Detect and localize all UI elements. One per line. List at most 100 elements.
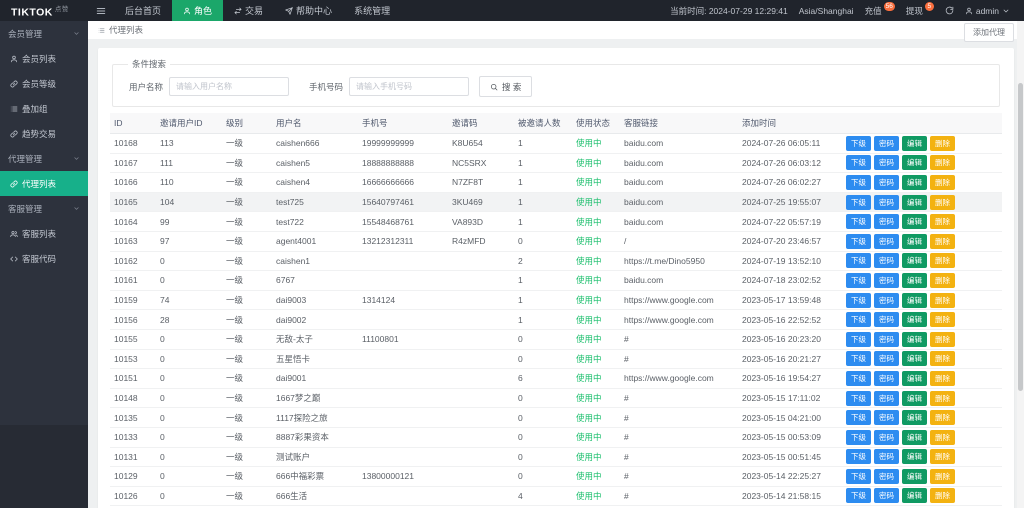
delete-button[interactable]: 删除 <box>930 488 955 504</box>
sidebar-group-agent[interactable]: 代理管理 <box>0 146 88 171</box>
delete-button[interactable]: 删除 <box>930 292 955 308</box>
sidebar-group-service[interactable]: 客服管理 <box>0 196 88 221</box>
sidebar-toggle-button[interactable] <box>88 6 114 16</box>
edit-button[interactable]: 编辑 <box>902 155 927 171</box>
withdraw-link[interactable]: 提现 5 <box>906 2 934 17</box>
password-button[interactable]: 密码 <box>874 370 899 386</box>
edit-button[interactable]: 编辑 <box>902 292 927 308</box>
password-button[interactable]: 密码 <box>874 410 899 426</box>
delete-button[interactable]: 删除 <box>930 468 955 484</box>
subordinate-button[interactable]: 下级 <box>846 155 871 171</box>
subordinate-button[interactable]: 下级 <box>846 370 871 386</box>
delete-button[interactable]: 删除 <box>930 370 955 386</box>
subordinate-button[interactable]: 下级 <box>846 331 871 347</box>
subordinate-button[interactable]: 下级 <box>846 233 871 249</box>
edit-button[interactable]: 编辑 <box>902 488 927 504</box>
edit-button[interactable]: 编辑 <box>902 135 927 151</box>
delete-button[interactable]: 删除 <box>930 449 955 465</box>
password-button[interactable]: 密码 <box>874 351 899 367</box>
subordinate-button[interactable]: 下级 <box>846 429 871 445</box>
delete-button[interactable]: 删除 <box>930 135 955 151</box>
user-menu[interactable]: admin <box>965 6 1010 16</box>
password-button[interactable]: 密码 <box>874 214 899 230</box>
edit-button[interactable]: 编辑 <box>902 331 927 347</box>
scrollbar-thumb[interactable] <box>1018 83 1023 391</box>
sidebar-item-member-level[interactable]: 会员等级 <box>0 71 88 96</box>
edit-button[interactable]: 编辑 <box>902 214 927 230</box>
subordinate-button[interactable]: 下级 <box>846 194 871 210</box>
subordinate-button[interactable]: 下级 <box>846 449 871 465</box>
sidebar-item-member-list[interactable]: 会员列表 <box>0 46 88 71</box>
edit-button[interactable]: 编辑 <box>902 449 927 465</box>
edit-button[interactable]: 编辑 <box>902 174 927 190</box>
subordinate-button[interactable]: 下级 <box>846 135 871 151</box>
subordinate-button[interactable]: 下级 <box>846 272 871 288</box>
nav-item-role[interactable]: 角色 <box>172 0 224 21</box>
delete-button[interactable]: 删除 <box>930 331 955 347</box>
sidebar-item-stack-group[interactable]: 叠加组 <box>0 96 88 121</box>
edit-button[interactable]: 编辑 <box>902 390 927 406</box>
edit-button[interactable]: 编辑 <box>902 253 927 269</box>
sidebar-group-member[interactable]: 会员管理 <box>0 21 88 46</box>
delete-button[interactable]: 删除 <box>930 272 955 288</box>
delete-button[interactable]: 删除 <box>930 174 955 190</box>
delete-button[interactable]: 删除 <box>930 233 955 249</box>
delete-button[interactable]: 删除 <box>930 351 955 367</box>
sidebar-item-service-list[interactable]: 客服列表 <box>0 221 88 246</box>
edit-button[interactable]: 编辑 <box>902 410 927 426</box>
app-logo[interactable]: TIKTOK 点赞 <box>0 3 88 19</box>
edit-button[interactable]: 编辑 <box>902 351 927 367</box>
search-button[interactable]: 搜 索 <box>479 76 533 97</box>
password-button[interactable]: 密码 <box>874 174 899 190</box>
phone-input[interactable] <box>349 77 470 96</box>
subordinate-button[interactable]: 下级 <box>846 214 871 230</box>
password-button[interactable]: 密码 <box>874 312 899 328</box>
vertical-scrollbar[interactable] <box>1017 21 1024 508</box>
nav-item-help[interactable]: 帮助中心 <box>274 0 343 21</box>
delete-button[interactable]: 删除 <box>930 214 955 230</box>
password-button[interactable]: 密码 <box>874 429 899 445</box>
nav-item-trade[interactable]: 交易 <box>223 0 274 21</box>
subordinate-button[interactable]: 下级 <box>846 390 871 406</box>
password-button[interactable]: 密码 <box>874 292 899 308</box>
sidebar-item-service-code[interactable]: 客服代码 <box>0 246 88 271</box>
password-button[interactable]: 密码 <box>874 468 899 484</box>
subordinate-button[interactable]: 下级 <box>846 292 871 308</box>
delete-button[interactable]: 删除 <box>930 155 955 171</box>
edit-button[interactable]: 编辑 <box>902 233 927 249</box>
password-button[interactable]: 密码 <box>874 233 899 249</box>
delete-button[interactable]: 删除 <box>930 253 955 269</box>
delete-button[interactable]: 删除 <box>930 429 955 445</box>
edit-button[interactable]: 编辑 <box>902 272 927 288</box>
password-button[interactable]: 密码 <box>874 135 899 151</box>
refresh-icon[interactable] <box>945 6 954 15</box>
sidebar-item-agent-list[interactable]: 代理列表 <box>0 171 88 196</box>
sidebar-item-trend-trade[interactable]: 趋势交易 <box>0 121 88 146</box>
subordinate-button[interactable]: 下级 <box>846 351 871 367</box>
password-button[interactable]: 密码 <box>874 488 899 504</box>
nav-item-dashboard[interactable]: 后台首页 <box>114 0 172 21</box>
delete-button[interactable]: 删除 <box>930 194 955 210</box>
subordinate-button[interactable]: 下级 <box>846 174 871 190</box>
subordinate-button[interactable]: 下级 <box>846 468 871 484</box>
edit-button[interactable]: 编辑 <box>902 429 927 445</box>
username-input[interactable] <box>169 77 290 96</box>
password-button[interactable]: 密码 <box>874 272 899 288</box>
password-button[interactable]: 密码 <box>874 390 899 406</box>
nav-item-system[interactable]: 系统管理 <box>343 0 401 21</box>
subordinate-button[interactable]: 下级 <box>846 410 871 426</box>
delete-button[interactable]: 删除 <box>930 390 955 406</box>
edit-button[interactable]: 编辑 <box>902 468 927 484</box>
recharge-link[interactable]: 充值 56 <box>865 2 895 17</box>
delete-button[interactable]: 删除 <box>930 312 955 328</box>
edit-button[interactable]: 编辑 <box>902 312 927 328</box>
edit-button[interactable]: 编辑 <box>902 370 927 386</box>
delete-button[interactable]: 删除 <box>930 410 955 426</box>
password-button[interactable]: 密码 <box>874 194 899 210</box>
password-button[interactable]: 密码 <box>874 331 899 347</box>
password-button[interactable]: 密码 <box>874 253 899 269</box>
subordinate-button[interactable]: 下级 <box>846 488 871 504</box>
password-button[interactable]: 密码 <box>874 155 899 171</box>
subordinate-button[interactable]: 下级 <box>846 253 871 269</box>
password-button[interactable]: 密码 <box>874 449 899 465</box>
